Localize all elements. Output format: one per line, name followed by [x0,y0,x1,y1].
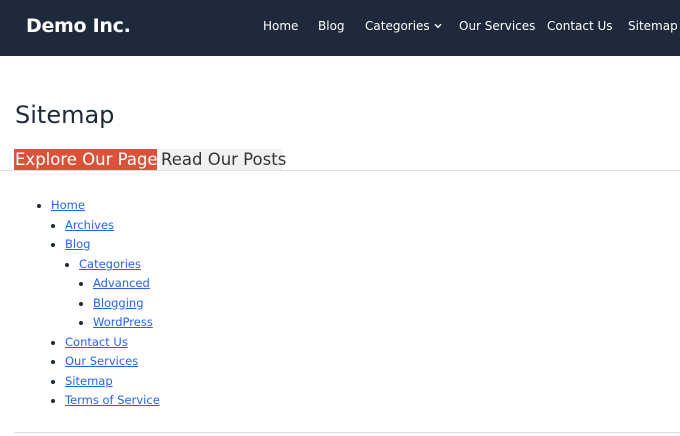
list-item: WordPress [93,313,160,333]
list-item: Our Services [65,352,160,372]
list-item: Contact Us [65,333,160,353]
sitemap-subtree: Categories Advanced Blogging WordPress [65,255,160,333]
list-item: Blogging [93,294,160,314]
list-item: Blog Categories Advanced Blogging WordPr… [65,235,160,333]
main-nav: Home Blog Categories Our Services Contac… [0,0,680,56]
list-item: Sitemap [65,372,160,392]
site-header: Demo Inc. Home Blog Categories Our Servi… [0,0,680,56]
sitemap-subtree: Archives Blog Categories Advanced Bloggi… [51,216,160,411]
tab-divider [0,170,680,171]
sitemap-link-advanced[interactable]: Advanced [93,276,150,290]
nav-sitemap[interactable]: Sitemap [628,19,678,33]
page-title: Sitemap [15,101,115,129]
list-item: Advanced [93,274,160,294]
sitemap-link-categories[interactable]: Categories [79,257,141,271]
sitemap-link-home[interactable]: Home [51,198,85,212]
sitemap-link-blogging[interactable]: Blogging [93,296,144,310]
list-item: Categories Advanced Blogging WordPress [79,255,160,333]
sitemap-link-contact-us[interactable]: Contact Us [65,335,128,349]
nav-our-services[interactable]: Our Services [459,19,535,33]
list-item: Home Archives Blog Categories Advanced B… [51,196,160,411]
nav-categories-label: Categories [365,19,430,33]
tab-read-our-posts[interactable]: Read Our Posts [160,149,286,171]
sitemap-subtree: Advanced Blogging WordPress [79,274,160,333]
list-item: Terms of Service [65,391,160,411]
sitemap-link-our-services[interactable]: Our Services [65,354,138,368]
sitemap-link-archives[interactable]: Archives [65,218,114,232]
nav-contact-us[interactable]: Contact Us [547,19,613,33]
list-item: Archives [65,216,160,236]
content-divider [14,432,680,433]
sitemap-tree: Home Archives Blog Categories Advanced B… [51,196,160,411]
nav-categories[interactable]: Categories [365,19,442,33]
sitemap-link-sitemap[interactable]: Sitemap [65,374,113,388]
sitemap-link-wordpress[interactable]: WordPress [93,315,153,329]
tab-explore-our-pages[interactable]: Explore Our Pages [14,149,166,171]
chevron-down-icon [434,23,442,29]
sitemap-link-terms-of-service[interactable]: Terms of Service [65,393,160,407]
sitemap-link-blog[interactable]: Blog [65,237,90,251]
nav-home[interactable]: Home [263,19,298,33]
nav-blog[interactable]: Blog [318,19,345,33]
